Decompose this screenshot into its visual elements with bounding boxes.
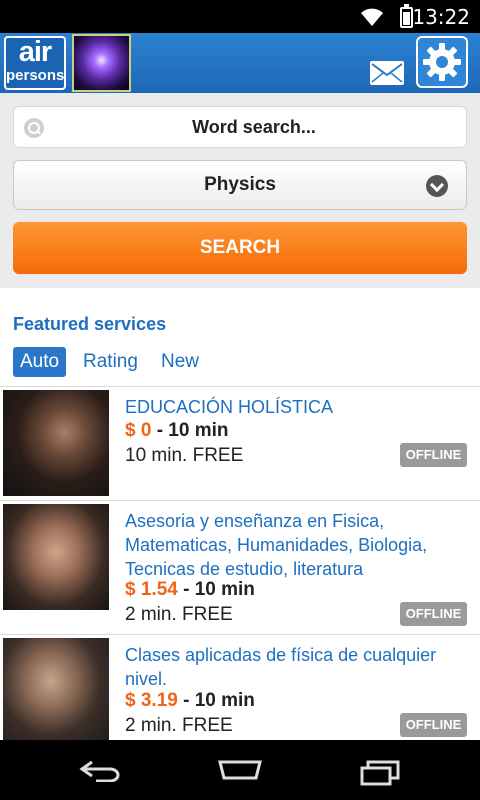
service-title: EDUCACIÓN HOLÍSTICA bbox=[125, 397, 334, 417]
tab-rating[interactable]: Rating bbox=[83, 347, 138, 377]
service-price: $ 1.54 - 10 min bbox=[125, 579, 255, 601]
service-title: Asesoria y enseñanza en Fisica, Matemati… bbox=[125, 511, 428, 579]
tab-new[interactable]: New bbox=[161, 347, 199, 377]
provider-avatar bbox=[3, 504, 109, 610]
logo-text-bottom: persons bbox=[6, 67, 65, 84]
app-header: air persons bbox=[0, 33, 480, 93]
price-amount: $ 1.54 bbox=[125, 579, 178, 600]
service-price: $ 0 - 10 min bbox=[125, 420, 229, 442]
list-item[interactable]: EDUCACIÓN HOLÍSTICA $ 0 - 10 min 10 min.… bbox=[0, 386, 480, 500]
recent-apps-icon[interactable] bbox=[358, 758, 402, 786]
section-title: Featured services bbox=[13, 314, 167, 334]
battery-icon bbox=[400, 4, 413, 28]
user-avatar[interactable] bbox=[72, 34, 131, 92]
app-screen: 13:22 air persons Word search... Physics… bbox=[0, 0, 480, 800]
price-amount: $ 0 bbox=[125, 420, 152, 441]
status-time: 13:22 bbox=[412, 5, 470, 29]
status-bar: 13:22 bbox=[0, 0, 480, 33]
category-select[interactable]: Physics bbox=[13, 160, 467, 210]
price-duration: - 10 min bbox=[156, 420, 229, 441]
free-minutes: 2 min. FREE bbox=[125, 715, 233, 736]
price-duration: - 10 min bbox=[183, 690, 255, 711]
status-badge: OFFLINE bbox=[400, 602, 467, 626]
list-item[interactable]: Clases aplicadas de física de cualquier … bbox=[0, 634, 480, 740]
provider-avatar bbox=[3, 638, 109, 740]
search-button[interactable]: SEARCH bbox=[13, 222, 467, 274]
status-badge: OFFLINE bbox=[400, 443, 467, 467]
price-amount: $ 3.19 bbox=[125, 690, 178, 711]
status-badge: OFFLINE bbox=[400, 713, 467, 737]
search-input[interactable] bbox=[54, 107, 454, 147]
navigation-bar bbox=[0, 740, 480, 800]
tab-auto[interactable]: Auto bbox=[13, 347, 67, 377]
logo-text-top: air bbox=[18, 36, 52, 68]
free-minutes: 2 min. FREE bbox=[125, 604, 233, 625]
price-duration: - 10 min bbox=[183, 579, 255, 600]
list-item[interactable]: Asesoria y enseñanza en Fisica, Matemati… bbox=[0, 500, 480, 634]
featured-services: Featured services Auto Rating New EDUCAC… bbox=[0, 288, 480, 740]
home-icon[interactable] bbox=[216, 758, 264, 782]
mail-icon[interactable] bbox=[370, 61, 404, 85]
chevron-down-icon bbox=[426, 175, 448, 197]
gear-icon bbox=[423, 43, 461, 81]
wifi-icon bbox=[361, 8, 383, 26]
search-panel: Physics SEARCH bbox=[0, 93, 480, 288]
search-icon bbox=[24, 118, 44, 138]
app-logo[interactable]: air persons bbox=[4, 36, 66, 90]
service-title: Clases aplicadas de física de cualquier … bbox=[125, 645, 437, 689]
settings-button[interactable] bbox=[416, 36, 468, 88]
back-icon[interactable] bbox=[78, 758, 122, 782]
free-minutes: 10 min. FREE bbox=[125, 445, 244, 466]
provider-avatar bbox=[3, 390, 109, 496]
service-price: $ 3.19 - 10 min bbox=[125, 690, 255, 712]
search-field bbox=[13, 106, 467, 148]
category-value: Physics bbox=[204, 174, 276, 195]
